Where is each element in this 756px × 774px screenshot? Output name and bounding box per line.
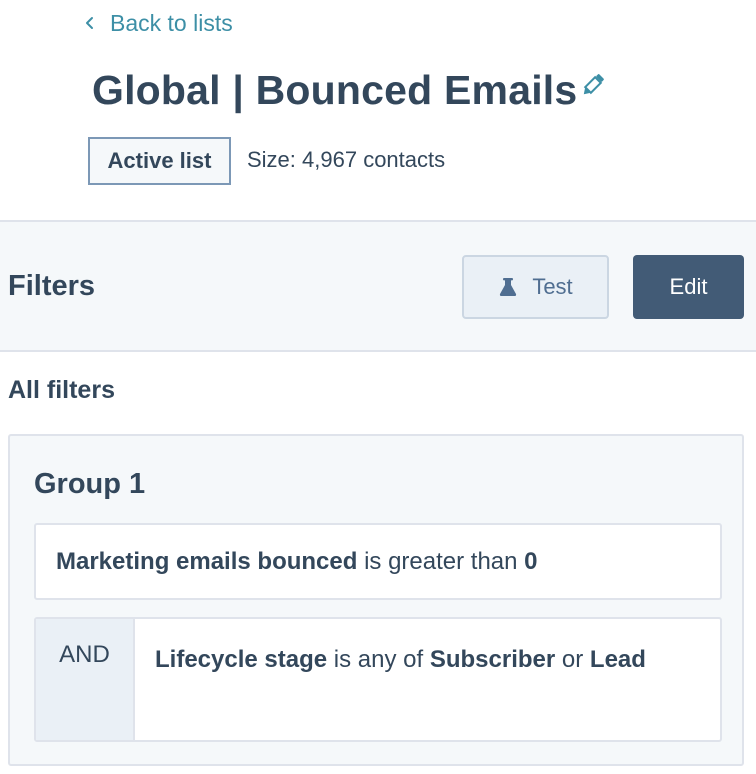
test-button[interactable]: Test [462,255,609,319]
status-badge: Active list [88,137,231,185]
list-size-text: Size: 4,967 contacts [247,147,446,172]
all-filters-heading: All filters [8,376,115,404]
test-button-label[interactable]: Test [532,274,572,300]
filter-operator: is any of [333,646,424,673]
filter-text: Marketing emails bounced is greater than… [56,548,538,576]
filters-toolbar: Filters Test Edit [0,220,756,352]
back-to-lists-label[interactable]: Back to lists [110,10,233,37]
and-connector: AND [36,619,135,740]
pencil-icon[interactable] [578,70,608,100]
filter-joiner: or [561,646,584,673]
filters-heading: Filters [8,270,96,302]
edit-button-label[interactable]: Edit [670,274,708,300]
filter-group: Group 1 Marketing emails bounced is grea… [8,434,744,766]
page-title-row: Global | Bounced Emails [92,62,577,118]
flask-icon [500,278,517,296]
filter-property: Marketing emails bounced [56,547,358,575]
back-to-lists-link[interactable]: Back to lists [84,8,233,38]
page-title: Global | Bounced Emails [92,66,578,113]
filter-value: Lead [589,646,646,673]
filter-rule[interactable]: Marketing emails bounced is greater than… [34,523,722,600]
filter-text: Lifecycle stage is any of Subscriber or … [135,619,715,740]
edit-filters-button[interactable]: Edit [633,255,744,319]
filter-property: Lifecycle stage [155,646,328,673]
filter-rule[interactable]: AND Lifecycle stage is any of Subscriber… [34,617,722,742]
chevron-left-icon [84,15,110,31]
filter-operator: is greater than [364,547,518,575]
filter-value: Subscriber [429,646,556,673]
filter-value: 0 [524,547,538,575]
group-title: Group 1 [34,468,146,500]
